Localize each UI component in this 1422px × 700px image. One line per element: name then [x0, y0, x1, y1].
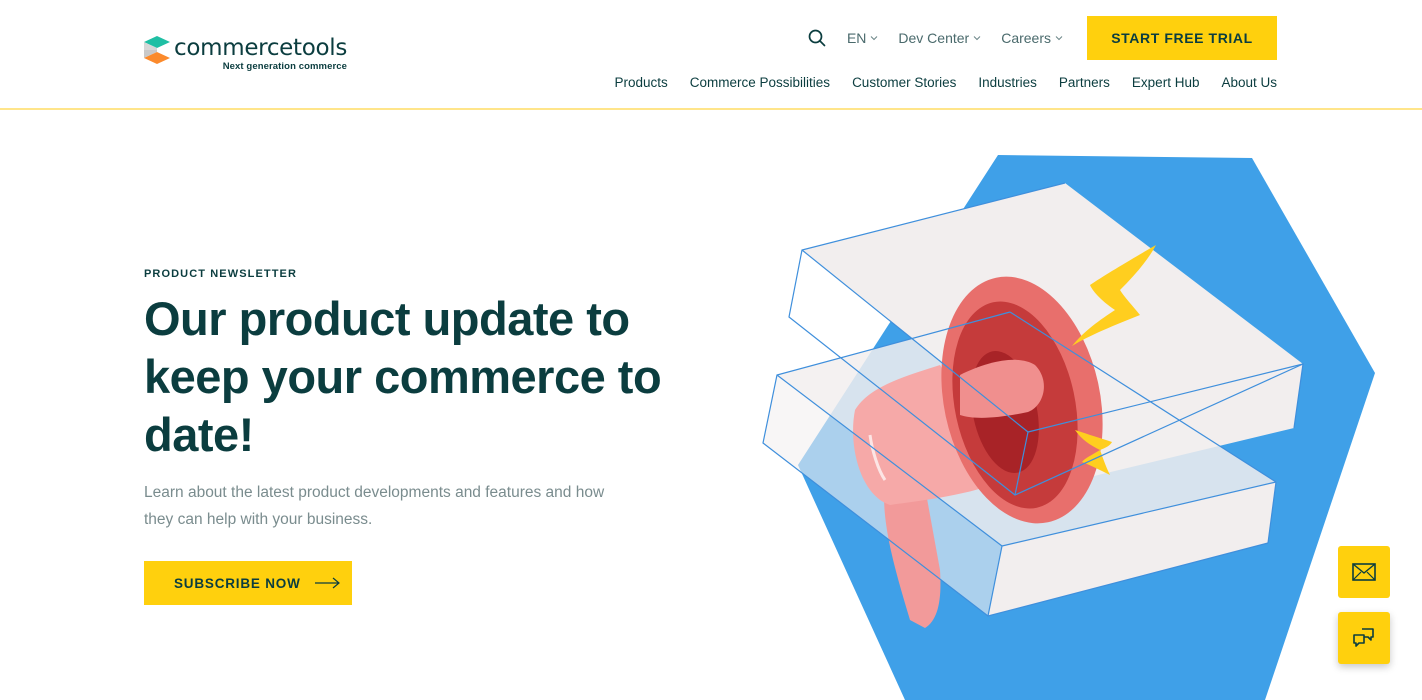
- nav-item-products[interactable]: Products: [614, 75, 667, 90]
- language-selector[interactable]: EN: [847, 30, 878, 46]
- logo-wordmark: commercetools: [174, 35, 348, 61]
- mail-icon: [1352, 563, 1376, 581]
- subscribe-now-label: SUBSCRIBE NOW: [174, 575, 301, 591]
- start-free-trial-button[interactable]: START FREE TRIAL: [1087, 16, 1277, 60]
- main-nav: Products Commerce Possibilities Customer…: [592, 75, 1277, 90]
- chat-bubbles-icon: [1353, 628, 1374, 647]
- utility-nav: EN Dev Center Careers START FREE TRIAL: [807, 16, 1277, 60]
- careers-dropdown[interactable]: Careers: [1001, 30, 1063, 46]
- dev-center-label: Dev Center: [898, 30, 970, 46]
- nav-item-expert-hub[interactable]: Expert Hub: [1132, 75, 1200, 90]
- search-icon: [808, 29, 826, 47]
- logo-link[interactable]: commercetools Next generation commerce: [144, 36, 347, 72]
- hero-eyebrow: PRODUCT NEWSLETTER: [144, 268, 298, 280]
- chevron-down-icon: [871, 36, 878, 41]
- hero-headline: Our product update to keep your commerce…: [144, 292, 662, 461]
- search-button[interactable]: [807, 28, 827, 48]
- site-header: commercetools Next generation commerce E…: [0, 0, 1422, 110]
- subscribe-now-button[interactable]: SUBSCRIBE NOW: [144, 561, 352, 605]
- megaphone-illustration: [762, 155, 1375, 700]
- nav-item-partners[interactable]: Partners: [1059, 75, 1110, 90]
- commercetools-logo-icon: [144, 36, 170, 64]
- chevron-down-icon: [973, 36, 981, 41]
- nav-item-commerce-possibilities[interactable]: Commerce Possibilities: [690, 75, 830, 90]
- nav-item-industries[interactable]: Industries: [978, 75, 1037, 90]
- chevron-down-icon: [1055, 36, 1063, 41]
- logo-tagline: Next generation commerce: [222, 61, 348, 72]
- arrow-right-icon: [314, 577, 340, 589]
- careers-label: Careers: [1001, 30, 1051, 46]
- nav-item-customer-stories[interactable]: Customer Stories: [852, 75, 956, 90]
- chat-float-button[interactable]: [1338, 612, 1390, 664]
- language-label: EN: [846, 30, 867, 46]
- hero-description: Learn about the latest product developme…: [144, 484, 605, 528]
- nav-item-about-us[interactable]: About Us: [1221, 75, 1277, 90]
- dev-center-dropdown[interactable]: Dev Center: [898, 30, 981, 46]
- newsletter-float-button[interactable]: [1338, 546, 1390, 598]
